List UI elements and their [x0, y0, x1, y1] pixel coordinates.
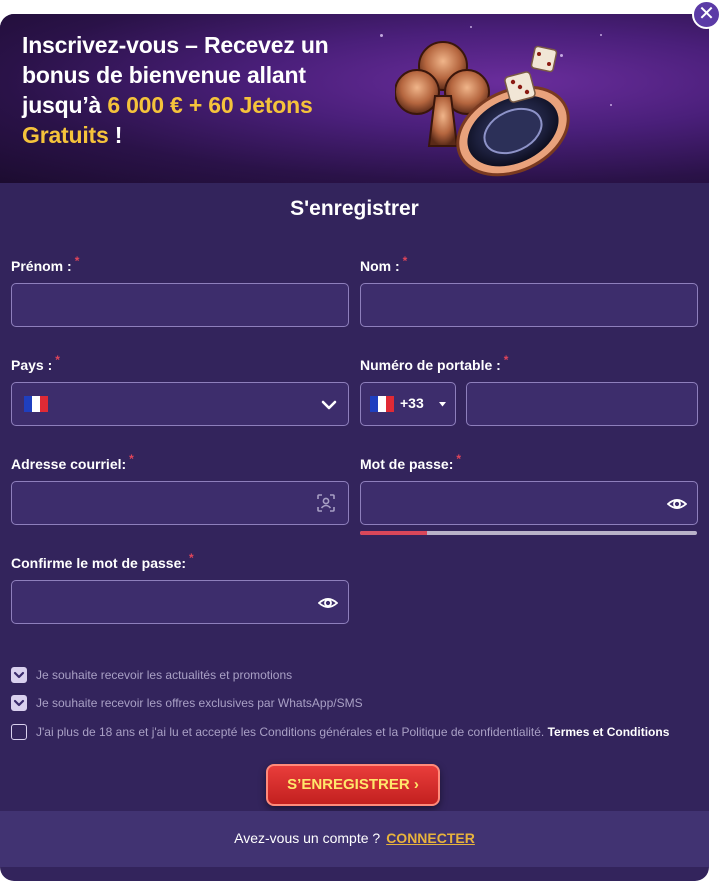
- register-modal: Inscrivez-vous – Recevez un bonus de bie…: [0, 14, 709, 881]
- banner-line-3-prefix: jusqu’à: [22, 92, 108, 118]
- first-name-input[interactable]: [11, 283, 349, 327]
- password-label: Mot de passe: *: [360, 452, 461, 472]
- promo-banner: Inscrivez-vous – Recevez un bonus de bie…: [0, 14, 709, 183]
- promotions-checkbox[interactable]: [11, 667, 27, 683]
- whatsapp-sms-checkbox[interactable]: [11, 695, 27, 711]
- country-label: Pays : *: [11, 353, 60, 373]
- whatsapp-sms-checkbox-label: Je souhaite recevoir les offres exclusiv…: [36, 696, 363, 710]
- chevron-down-icon: [321, 400, 337, 410]
- promotions-checkbox-label: Je souhaite recevoir les actualités et p…: [36, 668, 293, 682]
- sparkle: [600, 34, 602, 36]
- password-label-text: Mot de passe:: [360, 456, 454, 472]
- phone-label-text: Numéro de portable :: [360, 357, 501, 373]
- contact-card-icon[interactable]: [316, 493, 336, 513]
- close-button[interactable]: ✕: [692, 0, 721, 29]
- phone-country-code-select[interactable]: +33: [360, 382, 456, 426]
- account-question: Avez-vous un compte ?: [234, 830, 381, 846]
- last-name-label: Nom : *: [360, 254, 407, 274]
- login-link[interactable]: CONNECTER: [386, 830, 475, 846]
- confirm-password-label: Confirme le mot de passe: *: [11, 551, 194, 571]
- banner-line-3: jusqu’à 6 000 € + 60 Jetons: [22, 90, 362, 120]
- password-strength-bar: [360, 531, 697, 535]
- email-label: Adresse courriel: *: [11, 452, 134, 472]
- banner-line-1: Inscrivez-vous – Recevez un: [22, 32, 329, 58]
- show-password-eye-icon[interactable]: [667, 495, 687, 513]
- france-flag-icon: [24, 396, 48, 412]
- required-mark: *: [74, 254, 80, 268]
- sparkle: [610, 104, 612, 106]
- first-name-label-text: Prénom :: [11, 258, 72, 274]
- caret-down-icon: [439, 402, 446, 407]
- password-input[interactable]: [360, 481, 698, 525]
- terms-text: J'ai plus de 18 ans et j'ai lu et accept…: [36, 725, 545, 739]
- last-name-input[interactable]: [360, 283, 698, 327]
- checkbox-row-promotions: Je souhaite recevoir les actualités et p…: [11, 666, 292, 684]
- france-flag-icon: [370, 396, 394, 412]
- register-button[interactable]: S’ENREGISTRER ›: [266, 764, 440, 806]
- checkbox-row-whatsapp: Je souhaite recevoir les offres exclusiv…: [11, 694, 363, 712]
- terms-link[interactable]: Termes et Conditions: [548, 725, 670, 739]
- banner-line-2: bonus de bienvenue allant: [22, 62, 306, 88]
- required-mark: *: [456, 452, 462, 466]
- banner-line-4: Gratuits !: [22, 120, 362, 150]
- terms-checkbox[interactable]: [11, 724, 27, 740]
- last-name-label-text: Nom :: [360, 258, 400, 274]
- checkmark-icon: [13, 699, 25, 707]
- confirm-password-label-text: Confirme le mot de passe:: [11, 555, 187, 571]
- email-label-text: Adresse courriel:: [11, 456, 127, 472]
- show-password-eye-icon[interactable]: [318, 594, 338, 612]
- banner-headline: Inscrivez-vous – Recevez un bonus de bie…: [22, 30, 362, 150]
- checkbox-row-terms: J'ai plus de 18 ans et j'ai lu et accept…: [11, 723, 669, 741]
- phone-number-input[interactable]: [466, 382, 698, 426]
- checkmark-icon: [13, 671, 25, 679]
- bonus-amount: 6 000 € + 60 Jetons: [107, 92, 313, 118]
- terms-checkbox-label: J'ai plus de 18 ans et j'ai lu et accept…: [36, 725, 669, 739]
- required-mark: *: [189, 551, 194, 565]
- login-footer: Avez-vous un compte ? CONNECTER: [0, 811, 709, 867]
- bonus-free-word: Gratuits: [22, 122, 109, 148]
- required-mark: *: [402, 254, 408, 268]
- country-label-text: Pays :: [11, 357, 53, 373]
- required-mark: *: [129, 452, 134, 466]
- banner-line-4-suffix: !: [108, 122, 123, 148]
- first-name-label: Prénom : *: [11, 254, 79, 274]
- casino-chips-dice-illustration: [395, 41, 570, 177]
- sparkle: [380, 34, 383, 37]
- password-strength-fill: [360, 531, 428, 535]
- email-input[interactable]: [11, 481, 349, 525]
- phone-prefix: +33: [400, 395, 424, 411]
- phone-label: Numéro de portable : *: [360, 353, 508, 373]
- required-mark: *: [503, 353, 509, 367]
- confirm-password-input[interactable]: [11, 580, 349, 624]
- country-select[interactable]: [11, 382, 349, 426]
- form-title: S'enregistrer: [290, 197, 419, 220]
- login-prompt: Avez-vous un compte ? CONNECTER: [0, 830, 709, 846]
- required-mark: *: [55, 353, 60, 367]
